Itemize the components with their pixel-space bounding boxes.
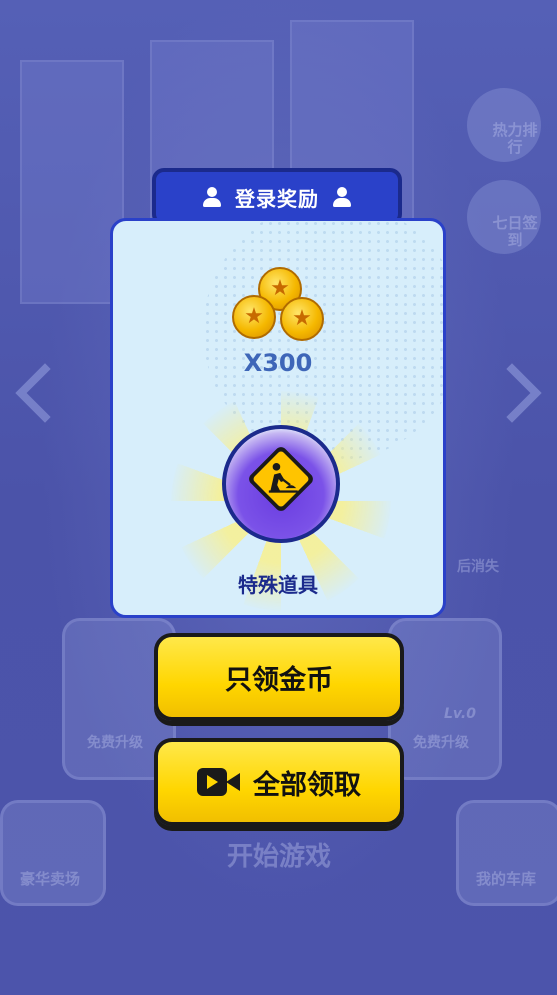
ranking-label: 热力排行 <box>492 121 538 156</box>
start-game-label: 开始游戏 <box>226 842 331 872</box>
coin-stack-icon: ★ ★ ★ <box>232 267 328 345</box>
upgrade-right-label: 免费升级 <box>413 735 469 751</box>
dialog-title: 登录奖励 <box>235 186 319 211</box>
upgrade-left-label: 免费升级 <box>87 735 143 751</box>
user-icon <box>201 186 223 208</box>
shop-label: 豪华卖场 <box>19 870 80 888</box>
upgrade-card-right[interactable] <box>388 618 502 780</box>
garage-label: 我的车库 <box>475 870 536 888</box>
construction-sign-icon <box>249 447 313 511</box>
level-badge: Lv.0 <box>444 706 476 722</box>
collect-coins-button[interactable]: 只领金币 <box>154 633 404 721</box>
video-camera-icon <box>197 767 241 797</box>
coin-reward-amount: X300 <box>243 349 313 377</box>
collect-all-label: 全部领取 <box>253 769 361 801</box>
collect-all-button[interactable]: 全部领取 <box>154 738 404 826</box>
background-building <box>20 60 124 304</box>
user-icon <box>331 186 353 208</box>
special-item-label: 特殊道具 <box>238 573 318 597</box>
checkin-label: 七日签到 <box>492 214 538 249</box>
disappear-label: 后消失 <box>457 559 499 575</box>
collect-coins-label: 只领金币 <box>225 664 333 696</box>
shop-button[interactable] <box>0 800 106 906</box>
garage-button[interactable] <box>456 800 557 906</box>
reward-panel: ★ ★ ★ X300 特殊道具 <box>110 218 446 618</box>
special-item-badge <box>222 425 340 543</box>
